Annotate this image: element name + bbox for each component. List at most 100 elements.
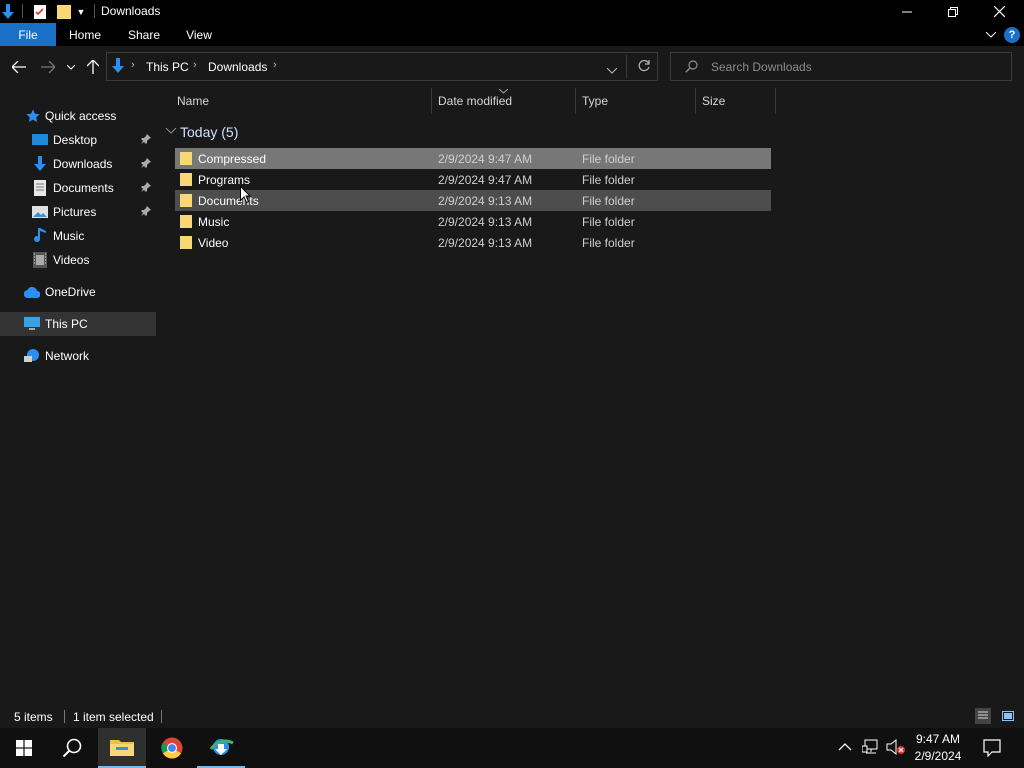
pin-icon[interactable] — [141, 181, 151, 195]
status-divider — [161, 710, 162, 723]
address-bar[interactable]: › This PC › Downloads › — [106, 52, 658, 81]
tab-share[interactable]: Share — [122, 23, 166, 46]
clock-date[interactable]: 2/9/2024 — [900, 749, 976, 763]
column-divider[interactable] — [775, 88, 776, 114]
computer-icon — [24, 316, 40, 332]
documents-icon — [32, 180, 48, 196]
folder-icon — [180, 152, 192, 165]
desktop-icon — [32, 132, 48, 148]
title-divider — [94, 4, 95, 18]
navigation-pane: Quick access Desktop Downloads Documents — [0, 88, 158, 705]
folder-icon — [180, 215, 192, 228]
collapse-group-icon[interactable] — [165, 126, 177, 137]
folder-icon — [180, 173, 192, 186]
download-arrow-icon — [32, 156, 48, 172]
action-center-icon[interactable] — [983, 739, 1001, 760]
breadcrumb-chevron-icon[interactable]: › — [273, 59, 277, 71]
recent-locations-button[interactable] — [62, 56, 80, 78]
folder-icon — [180, 236, 192, 249]
star-icon — [25, 108, 41, 124]
close-button[interactable] — [976, 0, 1022, 23]
file-list-pane: Name Date modified Type Size Today (5) C… — [158, 88, 1024, 705]
breadcrumb-chevron-icon[interactable]: › — [131, 59, 135, 71]
folder-icon — [180, 194, 192, 207]
network-icon — [24, 348, 40, 364]
navigation-bar: › This PC › Downloads › Search Downloads — [0, 46, 1024, 88]
column-divider[interactable] — [695, 88, 696, 114]
address-divider — [626, 55, 627, 78]
title-divider — [22, 4, 23, 18]
sidebar-item-quick-access[interactable]: Quick access — [0, 104, 156, 128]
taskbar: 9:47 AM 2/9/2024 — [0, 728, 1024, 768]
file-row-documents[interactable]: Documents 2/9/2024 9:13 AM File folder — [175, 190, 771, 211]
group-header-today[interactable]: Today (5) — [180, 124, 238, 140]
tab-view[interactable]: View — [180, 23, 218, 46]
breadcrumb-downloads[interactable]: Downloads — [208, 60, 267, 74]
search-icon — [685, 60, 698, 76]
start-button[interactable] — [0, 728, 48, 768]
window-title: Downloads — [101, 4, 161, 18]
breadcrumb-chevron-icon[interactable]: › — [193, 59, 197, 71]
sidebar-item-pictures[interactable]: Pictures — [0, 200, 156, 224]
status-bar: 5 items 1 item selected — [0, 705, 1024, 728]
file-row-music[interactable]: Music 2/9/2024 9:13 AM File folder — [175, 211, 771, 232]
chrome-icon[interactable] — [148, 728, 196, 768]
help-button[interactable]: ? — [1004, 27, 1020, 43]
column-divider[interactable] — [575, 88, 576, 114]
clock-time[interactable]: 9:47 AM — [900, 732, 976, 746]
videos-icon — [32, 252, 48, 268]
status-divider — [64, 710, 65, 723]
pin-icon[interactable] — [141, 205, 151, 219]
refresh-icon[interactable] — [637, 59, 651, 76]
mouse-cursor-icon — [240, 185, 252, 206]
pictures-icon — [32, 204, 48, 220]
sidebar-item-desktop[interactable]: Desktop — [0, 128, 156, 152]
up-button[interactable] — [82, 56, 104, 78]
title-bar: ▼ Downloads — [0, 0, 1024, 23]
column-header-date-modified[interactable]: Date modified — [438, 88, 512, 114]
forward-button[interactable] — [37, 56, 59, 78]
search-input[interactable]: Search Downloads — [711, 60, 812, 74]
expand-ribbon-icon[interactable] — [984, 28, 998, 42]
sidebar-item-music[interactable]: Music — [0, 224, 156, 248]
show-hidden-icons-icon[interactable] — [838, 741, 852, 755]
file-row-compressed[interactable]: Compressed 2/9/2024 9:47 AM File folder — [175, 148, 771, 169]
minimize-button[interactable] — [884, 0, 930, 23]
properties-icon[interactable] — [32, 3, 48, 20]
tab-home[interactable]: Home — [62, 23, 108, 46]
network-status-icon[interactable] — [861, 739, 880, 758]
new-folder-icon[interactable] — [56, 3, 72, 20]
sidebar-item-onedrive[interactable]: OneDrive — [0, 280, 156, 304]
sidebar-item-documents[interactable]: Documents — [0, 176, 156, 200]
column-header-type[interactable]: Type — [582, 88, 608, 114]
breadcrumb-this-pc[interactable]: This PC — [146, 60, 189, 74]
sidebar-item-network[interactable]: Network — [0, 344, 156, 368]
large-icons-view-icon[interactable] — [1000, 708, 1016, 724]
address-dropdown-icon[interactable] — [606, 63, 618, 77]
search-box[interactable]: Search Downloads — [670, 52, 1012, 81]
file-explorer-taskbar-icon[interactable] — [98, 728, 146, 768]
sidebar-item-this-pc[interactable]: This PC — [0, 312, 156, 336]
details-view-icon[interactable] — [975, 708, 991, 724]
cloud-icon — [24, 284, 40, 300]
download-arrow-icon — [111, 58, 125, 77]
music-note-icon — [32, 228, 48, 244]
tab-file[interactable]: File — [0, 23, 56, 46]
restore-button[interactable] — [930, 0, 976, 23]
column-divider[interactable] — [431, 88, 432, 114]
sidebar-item-videos[interactable]: Videos — [0, 248, 156, 272]
column-header-size[interactable]: Size — [702, 88, 725, 114]
file-row-video[interactable]: Video 2/9/2024 9:13 AM File folder — [175, 232, 771, 253]
back-button[interactable] — [8, 56, 30, 78]
pin-icon[interactable] — [141, 133, 151, 147]
search-icon[interactable] — [48, 728, 96, 768]
pin-icon[interactable] — [141, 157, 151, 171]
ribbon-tabs: File Home Share View ? — [0, 23, 1024, 46]
download-arrow-icon — [0, 3, 16, 20]
sidebar-item-downloads[interactable]: Downloads — [0, 152, 156, 176]
download-manager-icon[interactable] — [197, 728, 245, 768]
customize-qat-icon[interactable]: ▼ — [74, 3, 88, 20]
column-header-name[interactable]: Name — [177, 88, 209, 114]
status-selection: 1 item selected — [73, 710, 154, 724]
file-row-programs[interactable]: Programs 2/9/2024 9:47 AM File folder — [175, 169, 771, 190]
